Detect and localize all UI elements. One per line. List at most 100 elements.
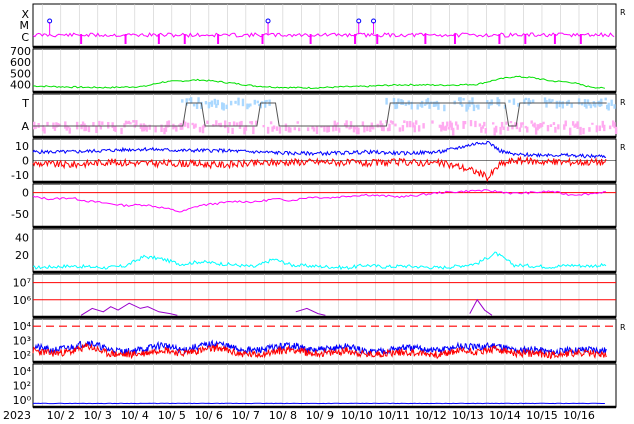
away-sample xyxy=(186,122,190,129)
away-sample xyxy=(431,120,434,124)
away-sample xyxy=(394,123,397,127)
toward-sample xyxy=(561,101,564,109)
away-sample xyxy=(120,127,123,135)
panel-frame xyxy=(32,363,617,408)
toward-sample xyxy=(253,99,257,105)
away-sample xyxy=(284,123,288,132)
away-sample xyxy=(542,121,545,125)
toward-sample xyxy=(490,99,493,106)
away-sample xyxy=(323,125,326,132)
away-sample xyxy=(87,126,91,133)
y-tick-label: 10⁴ xyxy=(13,320,32,333)
toward-sample xyxy=(204,101,208,105)
date-tick-label: 10/ 9 xyxy=(306,409,334,422)
date-axis: 2023 10/ 2 10/ 3 10/ 4 10/ 5 10/ 6 10/ 7 10/ 8… xyxy=(3,409,595,422)
toward-sample xyxy=(551,99,554,102)
toward-sample xyxy=(613,104,616,109)
away-sample xyxy=(37,123,40,128)
panel-frame xyxy=(32,183,617,228)
y-tick-label: 10³ xyxy=(13,335,31,348)
toward-sample xyxy=(385,97,388,105)
away-sample xyxy=(289,127,292,133)
y-tick-label: 10⁷ xyxy=(13,277,31,290)
toward-sample xyxy=(508,99,511,103)
away-sample xyxy=(549,124,553,128)
away-sample xyxy=(591,122,594,125)
away-sample xyxy=(417,125,421,132)
away-sample xyxy=(43,127,46,134)
away-sample xyxy=(478,123,482,127)
space-weather-stacked-chart: RXMC700600500400RTAR100-100-50402010⁷10⁶… xyxy=(3,3,626,422)
y-tick-label: 40 xyxy=(15,232,29,245)
away-sample xyxy=(107,121,110,129)
away-sample xyxy=(224,120,227,129)
away-sample xyxy=(129,122,132,125)
away-sample xyxy=(198,126,202,133)
toward-sample xyxy=(462,98,465,101)
y-tick-label: A xyxy=(21,120,29,133)
toward-sample xyxy=(471,97,474,105)
date-tick-label: 10/16 xyxy=(563,409,595,422)
away-sample xyxy=(250,121,254,125)
away-sample xyxy=(345,120,348,129)
toward-sample xyxy=(604,97,607,101)
y-tick-label: T xyxy=(21,97,29,110)
away-sample xyxy=(552,122,556,126)
away-sample xyxy=(603,124,606,132)
away-sample xyxy=(422,123,425,129)
away-sample xyxy=(494,125,498,133)
toward-sample xyxy=(216,99,219,106)
panel-electron-flux: 10⁷10⁶ xyxy=(13,273,617,319)
away-sample xyxy=(463,120,467,125)
panel-events: RXMC xyxy=(20,3,626,49)
away-sample xyxy=(266,126,270,134)
date-tick-label: 10/12 xyxy=(415,409,447,422)
away-sample xyxy=(401,125,405,132)
toward-sample xyxy=(241,98,245,107)
away-sample xyxy=(576,121,579,129)
toward-sample xyxy=(607,102,610,111)
away-sample xyxy=(382,126,385,132)
away-sample xyxy=(327,125,331,132)
toward-sample xyxy=(192,103,196,107)
away-sample xyxy=(298,127,301,132)
away-sample xyxy=(521,122,525,125)
away-sample xyxy=(349,121,353,129)
away-sample xyxy=(175,125,178,132)
away-sample xyxy=(269,121,273,125)
away-sample xyxy=(554,126,557,133)
toward-sample xyxy=(416,104,419,110)
toward-sample xyxy=(468,100,471,107)
date-tick-label: 10/ 7 xyxy=(232,409,260,422)
toward-sample xyxy=(222,103,225,111)
toward-sample xyxy=(610,99,613,106)
away-sample xyxy=(114,125,117,133)
date-tick-label: 10/15 xyxy=(526,409,558,422)
toward-sample xyxy=(225,104,228,110)
toward-sample xyxy=(555,100,559,109)
toward-sample xyxy=(589,104,593,109)
away-sample xyxy=(148,124,151,130)
date-tick-label: 10/ 3 xyxy=(84,409,112,422)
away-sample xyxy=(278,126,282,134)
toward-sample xyxy=(392,97,396,105)
toward-sample xyxy=(237,97,240,106)
toward-sample xyxy=(524,97,527,101)
away-sample xyxy=(505,121,508,125)
away-sample xyxy=(614,126,618,135)
toward-sample xyxy=(265,99,268,102)
away-sample xyxy=(568,127,572,136)
away-sample xyxy=(154,126,157,133)
away-sample xyxy=(361,121,365,127)
date-tick-label: 10/10 xyxy=(341,409,373,422)
toward-sample xyxy=(531,99,535,103)
date-tick-label: 10/11 xyxy=(378,409,410,422)
away-sample xyxy=(145,125,148,132)
right-marker: R xyxy=(620,143,626,152)
away-sample xyxy=(409,120,412,128)
toward-sample xyxy=(210,100,214,107)
away-sample xyxy=(388,123,391,132)
toward-sample xyxy=(570,102,573,108)
away-sample xyxy=(262,124,265,128)
panel-dst-index: 0 -50 xyxy=(11,183,617,229)
